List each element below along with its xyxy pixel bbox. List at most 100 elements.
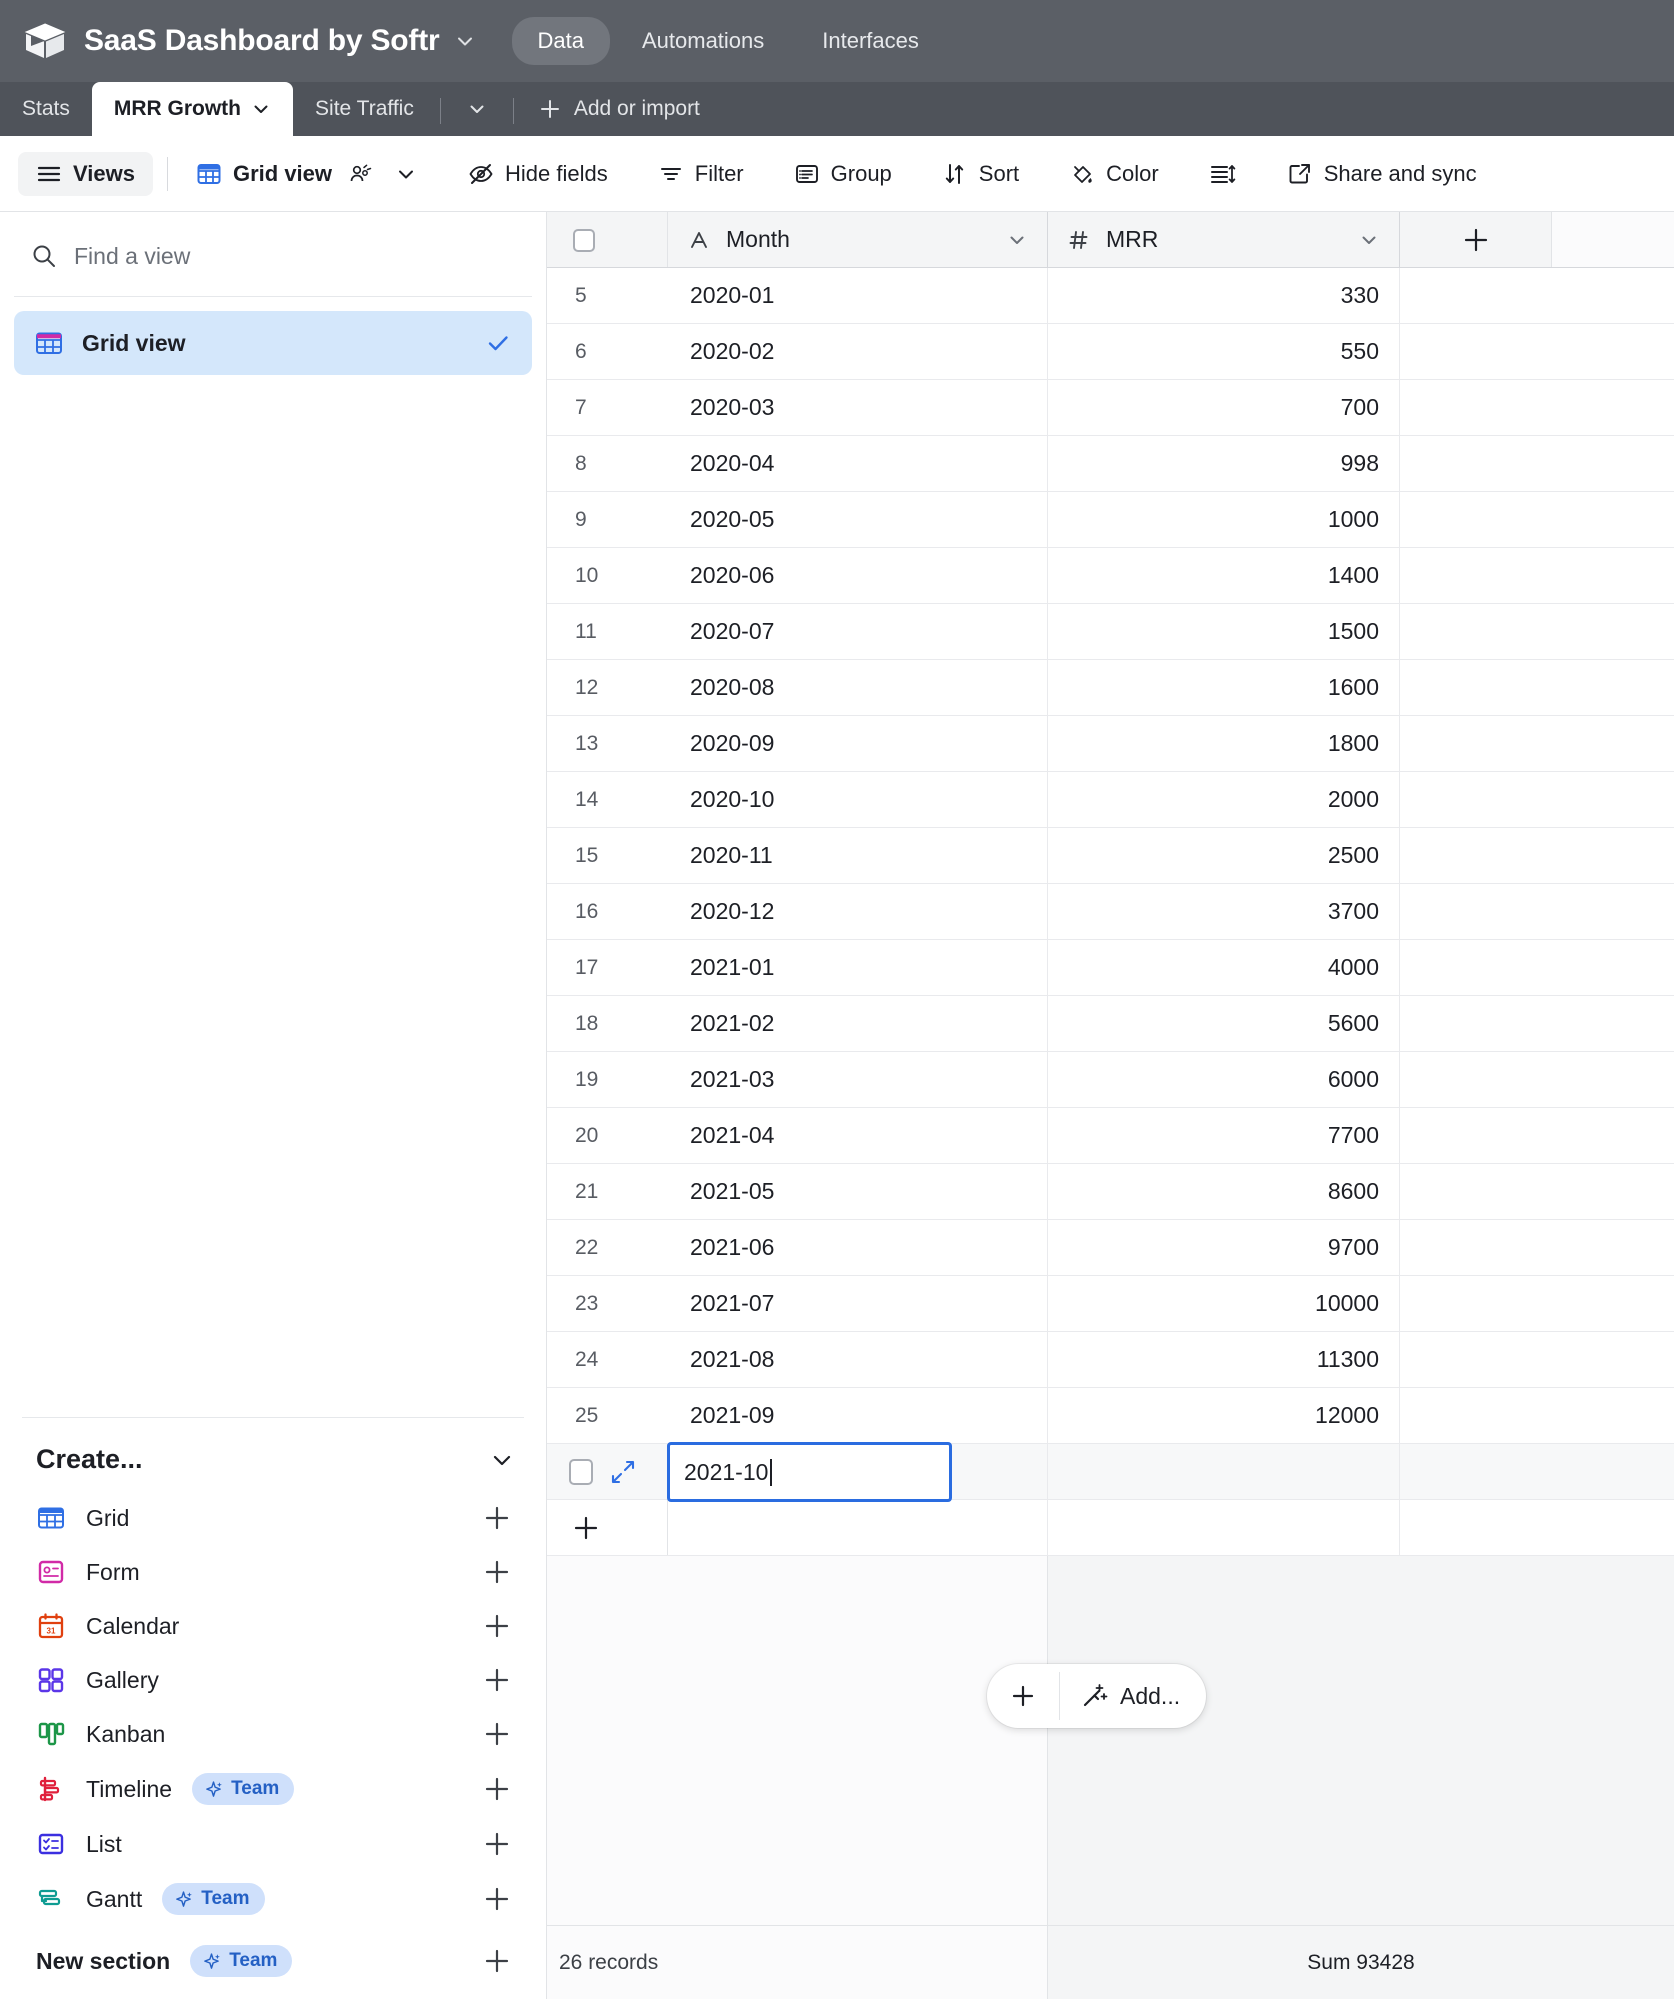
cell-month[interactable]: 2021-08 bbox=[667, 1332, 1047, 1387]
create-item-list[interactable]: List bbox=[0, 1817, 546, 1871]
table-row[interactable]: 20 2021-04 7700 bbox=[547, 1108, 1674, 1164]
cell-mrr[interactable]: 2500 bbox=[1047, 828, 1399, 883]
cell-mrr[interactable]: 12000 bbox=[1047, 1388, 1399, 1443]
table-row[interactable]: 22 2021-06 9700 bbox=[547, 1220, 1674, 1276]
cell-month[interactable]: 2021-09 bbox=[667, 1388, 1047, 1443]
hide-fields-button[interactable]: Hide fields bbox=[454, 152, 622, 196]
cell-mrr[interactable]: 11300 bbox=[1047, 1332, 1399, 1387]
chevron-down-icon[interactable] bbox=[488, 1446, 516, 1474]
cell-mrr[interactable]: 1600 bbox=[1047, 660, 1399, 715]
create-section-header[interactable]: Create... bbox=[0, 1418, 546, 1491]
table-row[interactable]: 14 2020-10 2000 bbox=[547, 772, 1674, 828]
app-tab-automations[interactable]: Automations bbox=[616, 17, 790, 65]
cell-mrr[interactable]: 4000 bbox=[1047, 940, 1399, 995]
add-field-button[interactable] bbox=[1399, 212, 1551, 267]
group-button[interactable]: Group bbox=[780, 152, 906, 196]
table-overflow-button[interactable] bbox=[445, 82, 509, 136]
plus-icon[interactable] bbox=[987, 1664, 1059, 1728]
column-header-mrr[interactable]: MRR bbox=[1047, 212, 1399, 267]
cell-mrr[interactable]: 1500 bbox=[1047, 604, 1399, 659]
cell-month[interactable]: 2020-05 bbox=[667, 492, 1047, 547]
cell-month[interactable]: 2021-02 bbox=[667, 996, 1047, 1051]
sort-button[interactable]: Sort bbox=[928, 152, 1033, 196]
table-row[interactable]: 13 2020-09 1800 bbox=[547, 716, 1674, 772]
cell-mrr[interactable]: 7700 bbox=[1047, 1108, 1399, 1163]
cell-mrr[interactable]: 9700 bbox=[1047, 1220, 1399, 1275]
plus-icon[interactable] bbox=[482, 1557, 512, 1587]
cell-month[interactable]: 2020-10 bbox=[667, 772, 1047, 827]
cell-month[interactable]: 2021-05 bbox=[667, 1164, 1047, 1219]
color-button[interactable]: Color bbox=[1055, 152, 1173, 196]
app-tab-interfaces[interactable]: Interfaces bbox=[796, 17, 945, 65]
cell-month[interactable]: 2020-06 bbox=[667, 548, 1047, 603]
table-row[interactable]: 17 2021-01 4000 bbox=[547, 940, 1674, 996]
cell-mrr[interactable]: 3700 bbox=[1047, 884, 1399, 939]
cell-month[interactable]: 2021-01 bbox=[667, 940, 1047, 995]
app-tab-data[interactable]: Data bbox=[511, 17, 610, 65]
chevron-down-icon[interactable] bbox=[251, 99, 271, 119]
cell-mrr[interactable]: 10000 bbox=[1047, 1276, 1399, 1331]
create-item-grid[interactable]: Grid bbox=[0, 1491, 546, 1545]
cell-month[interactable]: 2020-01 bbox=[667, 268, 1047, 323]
add-record-floating-button[interactable]: Add... bbox=[987, 1664, 1207, 1728]
cell-mrr[interactable]: 998 bbox=[1047, 436, 1399, 491]
views-button[interactable]: Views bbox=[18, 151, 153, 196]
cell-month[interactable]: 2020-08 bbox=[667, 660, 1047, 715]
table-row[interactable]: 12 2020-08 1600 bbox=[547, 660, 1674, 716]
cell-month[interactable]: 2021-07 bbox=[667, 1276, 1047, 1331]
table-row[interactable]: 11 2020-07 1500 bbox=[547, 604, 1674, 660]
cell-month[interactable]: 2021-06 bbox=[667, 1220, 1047, 1275]
cell-mrr[interactable]: 2000 bbox=[1047, 772, 1399, 827]
table-row[interactable]: 18 2021-02 5600 bbox=[547, 996, 1674, 1052]
cell-month[interactable]: 2020-04 bbox=[667, 436, 1047, 491]
filter-button[interactable]: Filter bbox=[644, 152, 758, 196]
create-item-gantt[interactable]: Gantt Team bbox=[0, 1871, 546, 1927]
table-row[interactable]: 7 2020-03 700 bbox=[547, 380, 1674, 436]
add-with-ai-button[interactable]: Add... bbox=[1060, 1664, 1206, 1728]
table-row[interactable]: 10 2020-06 1400 bbox=[547, 548, 1674, 604]
cell-mrr[interactable]: 6000 bbox=[1047, 1052, 1399, 1107]
create-item-calendar[interactable]: 31 Calendar bbox=[0, 1599, 546, 1653]
table-row-editing[interactable]: 2021-10 bbox=[547, 1442, 1674, 1502]
cell-mrr[interactable]: 1800 bbox=[1047, 716, 1399, 771]
sidebar-item-grid-view[interactable]: Grid view bbox=[14, 311, 532, 375]
cell-mrr[interactable]: 550 bbox=[1047, 324, 1399, 379]
add-record-cell[interactable] bbox=[547, 1500, 667, 1555]
cell-month[interactable]: 2021-04 bbox=[667, 1108, 1047, 1163]
checkbox-icon[interactable] bbox=[569, 1458, 593, 1485]
table-row[interactable]: 8 2020-04 998 bbox=[547, 436, 1674, 492]
cell-month[interactable]: 2020-02 bbox=[667, 324, 1047, 379]
table-row[interactable]: 24 2021-08 11300 bbox=[547, 1332, 1674, 1388]
create-item-kanban[interactable]: Kanban bbox=[0, 1707, 546, 1761]
select-all-cell[interactable] bbox=[547, 212, 667, 267]
share-and-sync-button[interactable]: Share and sync bbox=[1273, 152, 1491, 196]
table-row[interactable]: 23 2021-07 10000 bbox=[547, 1276, 1674, 1332]
table-tab-mrr-growth[interactable]: MRR Growth bbox=[91, 82, 294, 136]
column-header-month[interactable]: Month bbox=[667, 212, 1047, 267]
cell-month[interactable]: 2020-09 bbox=[667, 716, 1047, 771]
cell-mrr[interactable]: 700 bbox=[1047, 380, 1399, 435]
cell-mrr[interactable]: 5600 bbox=[1047, 996, 1399, 1051]
plus-icon[interactable] bbox=[482, 1774, 512, 1804]
add-record-row[interactable] bbox=[547, 1500, 1674, 1556]
table-row[interactable]: 9 2020-05 1000 bbox=[547, 492, 1674, 548]
create-item-new-section[interactable]: New section Team bbox=[0, 1927, 546, 1999]
cell-month[interactable]: 2020-12 bbox=[667, 884, 1047, 939]
row-select-cell[interactable] bbox=[547, 1444, 667, 1499]
chevron-down-icon[interactable] bbox=[454, 30, 476, 52]
table-row[interactable]: 5 2020-01 330 bbox=[547, 268, 1674, 324]
table-row[interactable]: 21 2021-05 8600 bbox=[547, 1164, 1674, 1220]
cell-mrr[interactable]: 1000 bbox=[1047, 492, 1399, 547]
cell-month[interactable]: 2020-11 bbox=[667, 828, 1047, 883]
table-tab-stats[interactable]: Stats bbox=[0, 82, 92, 136]
cell-mrr[interactable] bbox=[1047, 1444, 1399, 1499]
table-row[interactable]: 15 2020-11 2500 bbox=[547, 828, 1674, 884]
people-icon[interactable] bbox=[347, 161, 373, 187]
chevron-down-icon[interactable] bbox=[1357, 228, 1381, 252]
chevron-down-icon[interactable] bbox=[1005, 228, 1029, 252]
current-view-button[interactable]: Grid view bbox=[182, 152, 432, 196]
table-tab-site-traffic[interactable]: Site Traffic bbox=[293, 82, 436, 136]
plus-icon[interactable] bbox=[482, 1884, 512, 1914]
table-row[interactable]: 25 2021-09 12000 bbox=[547, 1388, 1674, 1444]
add-or-import-button[interactable]: Add or import bbox=[518, 82, 720, 136]
